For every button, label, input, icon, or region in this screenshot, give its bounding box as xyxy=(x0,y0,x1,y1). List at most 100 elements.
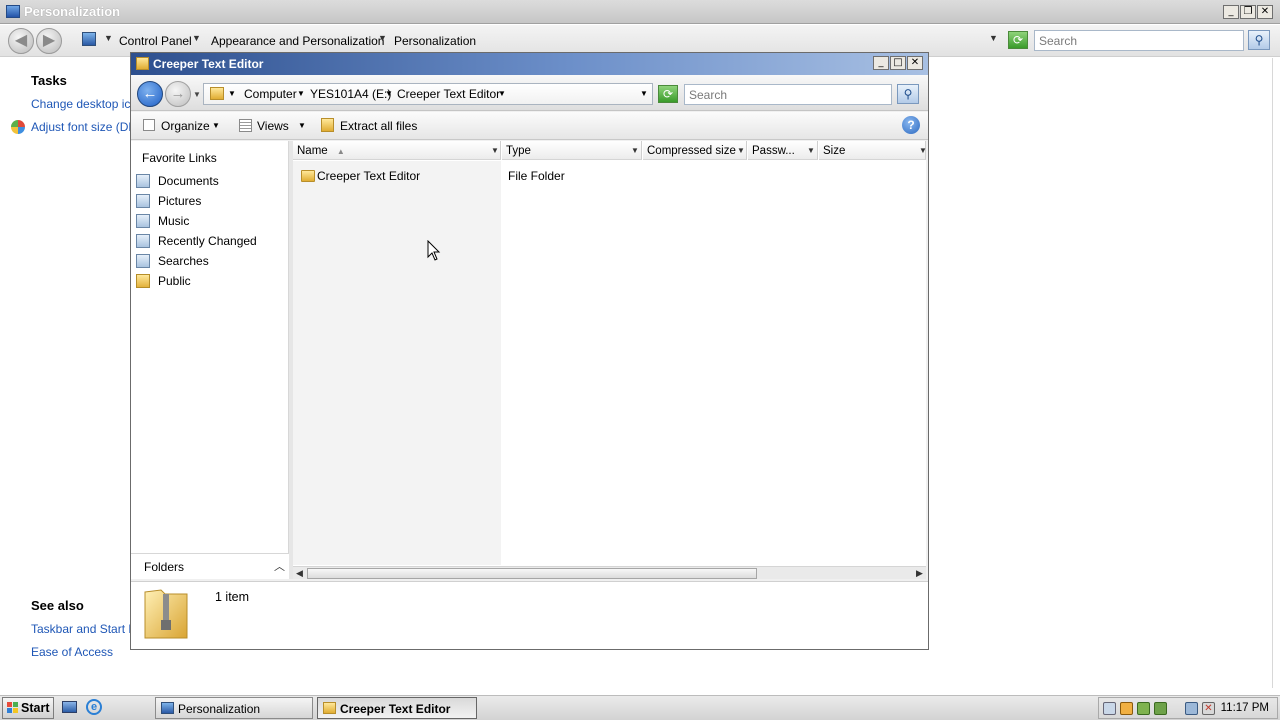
item-count: 1 item xyxy=(215,590,250,604)
refresh-icon: ⟳ xyxy=(662,87,674,101)
internet-explorer-icon[interactable]: e xyxy=(86,699,102,715)
crumb-separator-icon[interactable]: ▼ xyxy=(297,89,305,98)
explorer-refresh-button[interactable]: ⟳ xyxy=(658,85,678,103)
table-row[interactable]: Creeper Text Editor File Folder xyxy=(293,163,926,183)
scrollbar-thumb[interactable] xyxy=(307,568,757,579)
back-button[interactable]: ◀ xyxy=(8,28,34,54)
zip-folder-icon xyxy=(323,702,336,714)
address-history-dropdown-icon[interactable]: ▼ xyxy=(989,33,998,43)
crumb-separator-icon[interactable]: ▼ xyxy=(385,89,393,98)
pictures-icon xyxy=(136,194,150,208)
explorer-search-input[interactable]: Search xyxy=(684,84,892,105)
crumb-control-panel[interactable]: Control Panel xyxy=(119,34,192,48)
forward-button[interactable]: ▶ xyxy=(36,28,62,54)
system-tray: ✕ 11:17 PM xyxy=(1098,697,1278,719)
views-button[interactable]: Views xyxy=(257,119,289,133)
crumb-separator-icon[interactable]: ▼ xyxy=(192,33,201,43)
update-icon[interactable] xyxy=(1154,702,1167,715)
extract-all-files-button[interactable]: Extract all files xyxy=(340,119,417,133)
recently-changed-icon xyxy=(136,234,150,248)
security-alert-icon[interactable] xyxy=(1120,702,1133,715)
crumb-personalization[interactable]: Personalization xyxy=(394,34,476,48)
crumb-computer[interactable]: Computer xyxy=(244,87,297,101)
views-icon xyxy=(239,119,252,132)
column-header-name[interactable]: Name ▲ xyxy=(293,141,501,160)
column-filter-icon[interactable]: ▼ xyxy=(737,146,745,155)
nav-item-music[interactable]: Music xyxy=(158,214,189,228)
taskbar-button-personalization[interactable]: Personalization xyxy=(155,697,313,719)
scroll-right-icon[interactable]: ▶ xyxy=(913,567,926,579)
explorer-forward-button[interactable]: → xyxy=(165,81,191,107)
column-header-size[interactable]: Size xyxy=(819,141,926,160)
crumb-creeper[interactable]: Creeper Text Editor xyxy=(397,87,500,101)
navigation-pane: Favorite Links Documents Pictures Music … xyxy=(131,141,289,579)
details-pane: 1 item xyxy=(131,581,928,649)
see-also-link-ease-of-access[interactable]: Ease of Access xyxy=(31,645,113,659)
explorer-search-button[interactable]: ⚲ xyxy=(897,84,919,104)
shield-check-icon[interactable] xyxy=(1137,702,1150,715)
minimize-button[interactable]: _ xyxy=(1223,5,1239,19)
network-users-icon[interactable] xyxy=(1103,702,1116,715)
nav-item-searches[interactable]: Searches xyxy=(158,254,209,268)
network-icon[interactable] xyxy=(1185,702,1198,715)
column-header-type[interactable]: Type xyxy=(502,141,642,160)
folders-toggle[interactable]: Folders ︿ xyxy=(131,553,289,579)
row-type: File Folder xyxy=(508,169,565,183)
zip-folder-icon xyxy=(136,57,149,70)
explorer-address-field[interactable]: ▼ Computer ▼ YES101A4 (E:) ▼ Creeper Tex… xyxy=(203,83,653,105)
explorer-close-button[interactable]: ✕ xyxy=(907,56,923,70)
crumb-separator-icon[interactable]: ▼ xyxy=(498,89,506,98)
personalization-window-title: Personalization xyxy=(24,4,121,19)
organize-icon xyxy=(143,119,155,131)
crumb-dropdown-icon[interactable]: ▼ xyxy=(104,33,113,43)
forward-arrow-icon: → xyxy=(170,85,186,102)
close-button[interactable]: ✕ xyxy=(1257,5,1273,19)
explorer-toolbar: Organize ▼ Views ▼ Extract all files ? xyxy=(131,112,928,140)
scroll-left-icon[interactable]: ◀ xyxy=(293,567,306,579)
explorer-maximize-button[interactable]: □ xyxy=(890,56,906,70)
nav-item-documents[interactable]: Documents xyxy=(158,174,219,188)
taskbar-button-creeper[interactable]: Creeper Text Editor xyxy=(317,697,477,719)
refresh-button[interactable]: ⟳ xyxy=(1008,31,1028,49)
organize-dropdown-icon[interactable]: ▼ xyxy=(212,121,220,130)
search-button[interactable]: ⚲ xyxy=(1248,30,1270,50)
column-header-compressed-size[interactable]: Compressed size xyxy=(643,141,747,160)
horizontal-scrollbar[interactable]: ◀ ▶ xyxy=(293,566,926,579)
crumb-appearance[interactable]: Appearance and Personalization xyxy=(211,34,384,48)
taskbar: Start e Personalization Creeper Text Edi… xyxy=(0,694,1280,720)
crumb-separator-icon[interactable]: ▼ xyxy=(378,33,387,43)
tasks-heading: Tasks xyxy=(31,73,67,88)
volume-muted-icon[interactable]: ✕ xyxy=(1202,702,1215,715)
explorer-titlebar: Creeper Text Editor _ □ ✕ xyxy=(131,53,928,75)
folder-icon xyxy=(210,87,224,100)
nav-item-recently-changed[interactable]: Recently Changed xyxy=(158,234,257,248)
nav-item-pictures[interactable]: Pictures xyxy=(158,194,201,208)
crumb-dropdown-icon[interactable]: ▼ xyxy=(228,89,236,98)
start-button[interactable]: Start xyxy=(2,697,54,719)
explorer-minimize-button[interactable]: _ xyxy=(873,56,889,70)
clock[interactable]: 11:17 PM xyxy=(1221,702,1269,714)
recent-pages-dropdown-icon[interactable]: ▼ xyxy=(193,90,201,99)
views-dropdown-icon[interactable]: ▼ xyxy=(298,121,306,130)
favorite-links-title: Favorite Links xyxy=(142,151,217,165)
nav-item-public[interactable]: Public xyxy=(158,274,191,288)
column-filter-icon[interactable]: ▼ xyxy=(807,146,815,155)
explorer-address-bar: ← → ▼ ▼ Computer ▼ YES101A4 (E:) ▼ Creep… xyxy=(131,75,928,111)
show-desktop-icon[interactable] xyxy=(62,701,77,713)
sorted-column-highlight xyxy=(293,161,501,565)
crumb-drive[interactable]: YES101A4 (E:) xyxy=(310,87,391,101)
column-filter-icon[interactable]: ▼ xyxy=(491,146,499,155)
explorer-back-button[interactable]: ← xyxy=(137,81,163,107)
task-link-font-size[interactable]: Adjust font size (DPI) xyxy=(31,120,144,134)
column-filter-icon[interactable]: ▼ xyxy=(919,146,927,155)
help-button[interactable]: ? xyxy=(902,116,920,134)
organize-button[interactable]: Organize xyxy=(161,119,210,133)
public-folder-icon xyxy=(136,274,150,288)
column-filter-icon[interactable]: ▼ xyxy=(631,146,639,155)
restore-button[interactable]: ❐ xyxy=(1240,5,1256,19)
search-input[interactable]: Search xyxy=(1034,30,1244,51)
explorer-window-title: Creeper Text Editor xyxy=(153,57,264,71)
personalization-left-pane: Tasks Change desktop icons Adjust font s… xyxy=(0,58,158,688)
address-history-dropdown-icon[interactable]: ▼ xyxy=(640,89,648,98)
back-arrow-icon: ◀ xyxy=(14,32,28,49)
